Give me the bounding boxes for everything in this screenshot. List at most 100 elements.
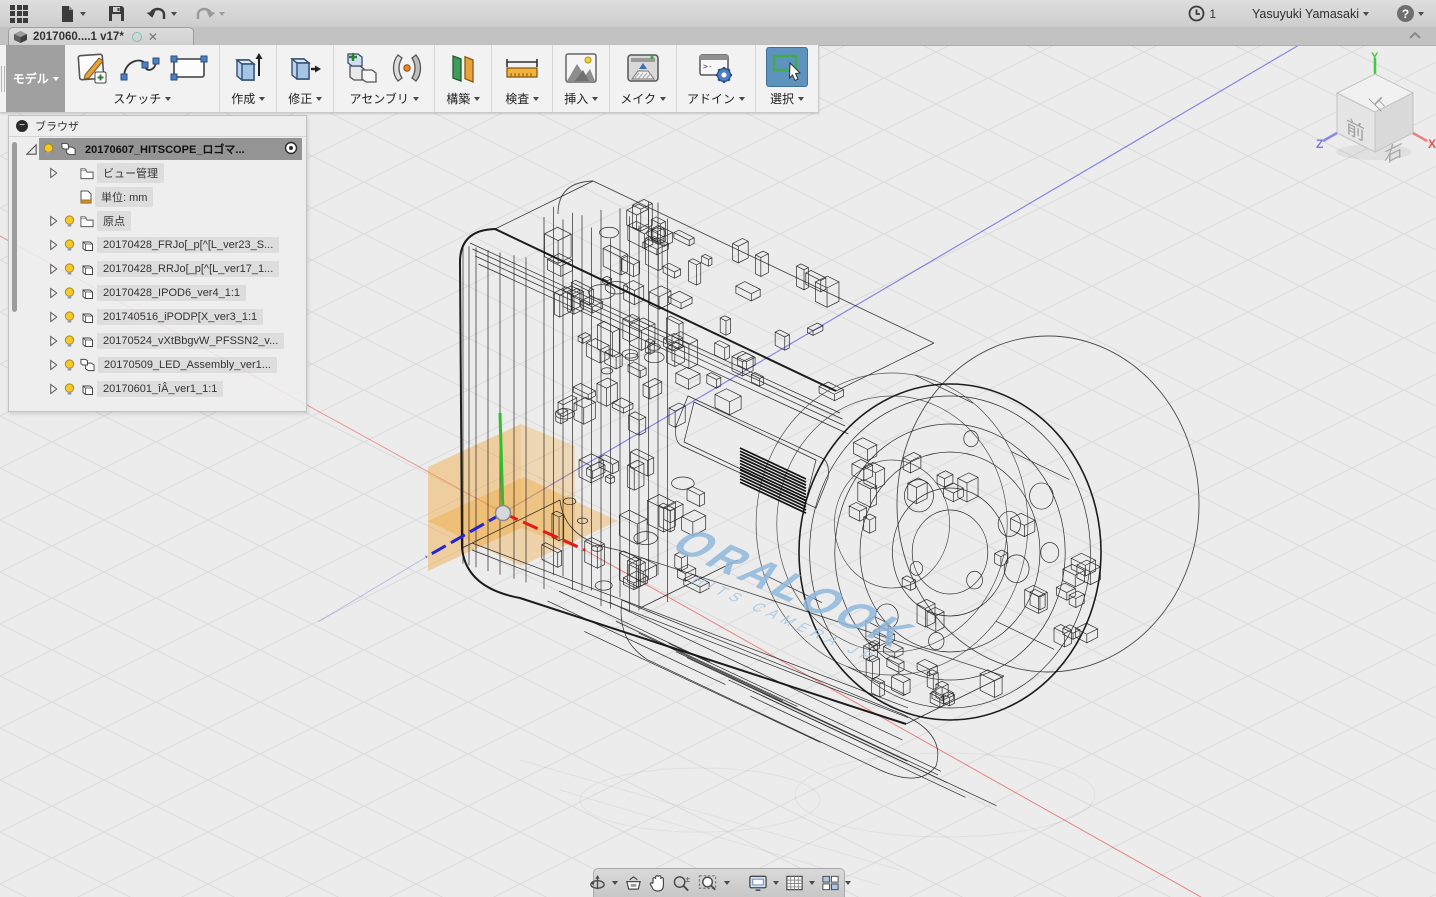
toolbar-group-select: 選択 [755, 45, 818, 112]
tree-row[interactable]: ビュー管理 [9, 161, 306, 185]
joint-icon[interactable] [390, 50, 424, 86]
tree-row[interactable]: 単位: mm [9, 185, 306, 209]
inspect-dropdown[interactable]: 検査 [505, 90, 539, 107]
expander-collapsed-icon[interactable] [47, 167, 59, 179]
tree-row[interactable]: 20170509_LED_Assembly_ver1... [9, 353, 306, 377]
bulb-icon[interactable] [63, 310, 76, 324]
file-menu-button[interactable] [58, 5, 86, 23]
orbit-icon [588, 874, 607, 893]
tree-item-label[interactable]: 20170509_LED_Assembly_ver1... [98, 357, 277, 373]
look-at-button[interactable] [623, 874, 644, 893]
toolbar-group-create: 作成 [219, 45, 276, 112]
tree-item-label[interactable]: 201740516_iPODP[X_ver3_1:1 [97, 309, 263, 325]
construct-plane-icon[interactable] [445, 50, 481, 86]
viewports-button[interactable] [820, 873, 852, 893]
bulb-icon[interactable] [63, 262, 76, 276]
sketch-dropdown[interactable]: スケッチ [113, 90, 171, 107]
view-cube[interactable]: Y 上 前 右 Z X [1316, 52, 1436, 174]
toolbar-group-inspect: 検査 [491, 45, 552, 112]
spline-icon[interactable] [119, 51, 161, 85]
expander-collapsed-icon[interactable] [47, 215, 59, 227]
bulb-icon[interactable] [63, 358, 76, 372]
tree-row[interactable]: 201740516_iPODP[X_ver3_1:1 [9, 305, 306, 329]
tree-item-label[interactable]: 20170601_îÂ_ver1_1:1 [97, 381, 223, 397]
zoom-button[interactable]: ± [671, 873, 693, 893]
tree-row[interactable]: 20170524_vXtBbgvW_PFSSN2_v... [9, 329, 306, 353]
construct-dropdown[interactable]: 構築 [446, 90, 480, 107]
toolbar-group-insert: 挿入 [552, 45, 609, 112]
workspace-selector[interactable]: モデル [6, 45, 65, 112]
navigation-bar: ± [593, 868, 845, 897]
select-dropdown[interactable]: 選択 [770, 90, 804, 107]
browser-collapse-icon[interactable]: − [16, 120, 28, 132]
addins-dropdown[interactable]: アドイン [687, 90, 745, 107]
tree-item-label[interactable]: 20170607_HITSCOPE_ロゴマ... [79, 139, 251, 159]
tree-row[interactable]: 20170428_FRJo[_p[^[L_ver23_S... [9, 233, 306, 257]
new-component-icon[interactable] [344, 50, 382, 86]
modify-dropdown[interactable]: 修正 [288, 90, 322, 107]
expander-collapsed-icon[interactable] [47, 311, 59, 323]
viewcube-axis-z: Z [1316, 137, 1323, 151]
bulb-icon[interactable] [63, 334, 76, 348]
expander-collapsed-icon[interactable] [47, 335, 59, 347]
clock-icon[interactable] [1188, 5, 1205, 22]
save-button[interactable] [108, 5, 125, 22]
fit-button[interactable] [697, 873, 731, 893]
tree-item-label[interactable]: 20170524_vXtBbgvW_PFSSN2_v... [97, 333, 284, 349]
grid-settings-button[interactable] [784, 873, 816, 893]
tree-item-label[interactable]: 20170428_RRJo[_p[^[L_ver17_1... [97, 261, 279, 277]
document-tab[interactable]: 2017060....1 v17* ✕ [8, 27, 194, 45]
bulb-icon[interactable] [63, 238, 76, 252]
viewports-icon [821, 874, 840, 892]
tree-row[interactable]: 20170601_îÂ_ver1_1:1 [9, 377, 306, 401]
expander-collapsed-icon[interactable] [47, 239, 59, 251]
create-sketch-icon[interactable] [75, 50, 111, 86]
tree-item-label[interactable]: 20170428_IPOD6_ver4_1:1 [97, 285, 246, 301]
browser-scrollbar[interactable] [12, 142, 17, 312]
bulb-icon[interactable] [42, 142, 55, 156]
browser-header[interactable]: − ブラウザ [9, 116, 306, 137]
tree-row[interactable]: 原点 [9, 209, 306, 233]
tree-item-label[interactable]: ビュー管理 [97, 163, 164, 183]
tree-item-label[interactable]: 20170428_FRJo[_p[^[L_ver23_S... [97, 237, 279, 253]
bulb-icon[interactable] [63, 382, 76, 396]
rectangle-tool-icon[interactable] [169, 52, 209, 84]
tree-item-label[interactable]: 原点 [97, 211, 131, 231]
measure-icon[interactable] [502, 51, 542, 85]
bulb-icon[interactable] [63, 286, 76, 300]
help-menu[interactable]: ? [1397, 5, 1424, 22]
insert-image-icon[interactable] [563, 50, 599, 86]
redo-button[interactable] [195, 6, 225, 22]
orbit-button[interactable] [587, 873, 619, 894]
assemble-dropdown[interactable]: アセンブリ [350, 90, 419, 107]
app-grid-icon[interactable] [10, 5, 28, 23]
user-menu[interactable]: Yasuyuki Yamasaki [1252, 7, 1369, 21]
expander-collapsed-icon[interactable] [47, 359, 59, 371]
toolbar-collapse-chevron[interactable] [1408, 29, 1422, 43]
tree-row-root[interactable]: 20170607_HITSCOPE_ロゴマ... [23, 137, 306, 161]
bulb-icon[interactable] [63, 214, 76, 228]
expander-expanded-icon[interactable] [23, 143, 39, 156]
3d-print-icon[interactable] [624, 50, 662, 86]
addins-icon[interactable]: >- [696, 50, 736, 86]
expander-collapsed-icon[interactable] [47, 287, 59, 299]
expander-collapsed-icon[interactable] [47, 263, 59, 275]
viewcube-axis-y: Y [1371, 52, 1379, 63]
modify-icon[interactable] [287, 50, 323, 86]
display-settings-button[interactable] [747, 873, 780, 893]
origin-point[interactable] [496, 506, 511, 521]
create-icon[interactable] [230, 50, 266, 86]
activate-component-radio[interactable] [284, 141, 298, 158]
tree-item-label[interactable]: 単位: mm [95, 187, 153, 207]
tree-row[interactable]: 20170428_RRJo[_p[^[L_ver17_1... [9, 257, 306, 281]
expander-collapsed-icon[interactable] [47, 383, 59, 395]
make-dropdown[interactable]: メイク [620, 90, 666, 107]
tree-row[interactable]: 20170428_IPOD6_ver4_1:1 [9, 281, 306, 305]
pan-button[interactable] [648, 873, 667, 893]
create-dropdown[interactable]: 作成 [231, 90, 265, 107]
insert-dropdown[interactable]: 挿入 [564, 90, 598, 107]
tab-close-button[interactable]: ✕ [148, 31, 158, 43]
file-icon [58, 5, 76, 23]
undo-button[interactable] [147, 6, 177, 22]
select-tool-button[interactable] [766, 47, 808, 87]
